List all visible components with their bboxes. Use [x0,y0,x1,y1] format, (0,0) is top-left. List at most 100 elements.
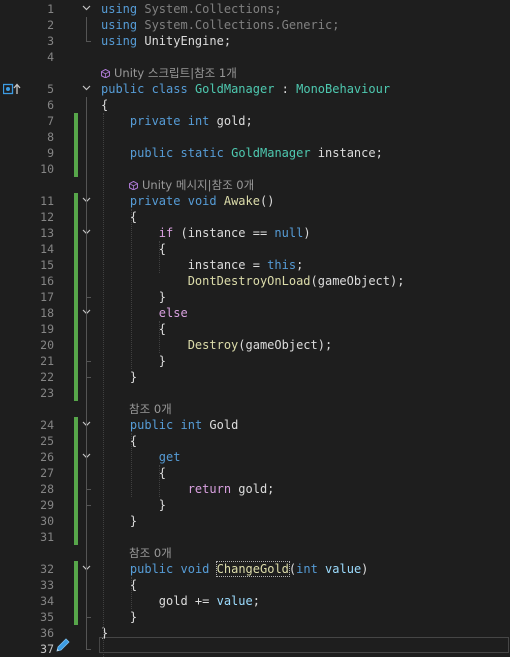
change-indicator [74,449,78,465]
code-line[interactable]: 30 } [0,513,510,529]
code-text[interactable]: using System.Collections; [101,1,282,17]
code-line[interactable]: 31 [0,529,510,545]
change-indicator [74,513,78,529]
code-line[interactable]: 18 else [0,305,510,321]
code-text[interactable]: { [101,321,166,337]
line-number: 15 [40,258,54,272]
line-number: 37 [40,642,54,656]
code-line[interactable]: 6{ [0,97,510,113]
code-line[interactable]: 37 [0,641,510,657]
code-line[interactable]: 8 [0,129,510,145]
code-line[interactable]: 19 { [0,321,510,337]
line-number: 1 [47,2,54,16]
codelens-text[interactable]: 참조 0개 [129,545,172,561]
code-line[interactable]: 10 [0,161,510,177]
fold-guide-end [86,505,91,506]
code-text[interactable]: using System.Collections.Generic; [101,17,339,33]
code-editor[interactable]: 1 using System.Collections; 2 using System.… [0,0,510,657]
fold-guide-end [86,377,91,378]
code-text[interactable]: } [101,369,137,385]
code-line[interactable]: 36} [0,625,510,641]
code-text[interactable]: gold += value; [101,593,260,609]
code-line[interactable]: 23 [0,385,510,401]
codelens-text[interactable]: 참조 0개 [129,401,172,417]
code-text[interactable]: using UnityEngine; [101,33,231,49]
fold-guide [86,465,87,489]
line-number: 12 [40,210,54,224]
change-indicator [74,417,78,433]
code-text[interactable]: else [101,305,188,321]
code-text[interactable]: } [101,289,166,305]
indent-guide [131,209,132,369]
code-text[interactable]: return gold; [101,481,275,497]
code-text[interactable]: { [101,241,166,257]
code-text[interactable]: public void ChangeGold(int value) [101,561,368,577]
code-line[interactable]: 26 get [0,449,510,465]
code-line[interactable]: 21 } [0,353,510,369]
change-indicator [74,305,78,321]
chevron-down-icon[interactable] [80,81,92,97]
codelens-row[interactable]: 참조 0개 [0,401,510,417]
code-text[interactable]: public int Gold [101,417,238,433]
code-line[interactable]: 16 DontDestroyOnLoad(gameObject); [0,273,510,289]
code-line[interactable]: 13 if (instance == null) [0,225,510,241]
code-line[interactable]: 15 instance = this; [0,257,510,273]
change-indicator [74,609,78,625]
fold-guide-end [86,297,91,298]
code-line[interactable]: 12 { [0,209,510,225]
change-indicator [74,465,78,481]
code-line[interactable]: 24 public int Gold [0,417,510,433]
codelens-row[interactable]: Unity 메시지|참조 0개 [0,177,510,193]
codelens-row[interactable]: 참조 0개 [0,545,510,561]
code-text[interactable]: } [101,609,137,625]
code-line[interactable]: 28 return gold; [0,481,510,497]
change-indicator [74,257,78,273]
code-line[interactable]: 25 { [0,433,510,449]
code-text[interactable]: public static GoldManager instance; [101,145,383,161]
code-text[interactable]: } [101,353,166,369]
code-line[interactable]: 34 gold += value; [0,593,510,609]
code-line[interactable]: 27 { [0,465,510,481]
fold-guide-end [86,489,91,490]
line-number: 31 [40,530,54,544]
code-text[interactable]: DontDestroyOnLoad(gameObject); [101,273,405,289]
chevron-down-icon[interactable] [80,1,92,17]
code-text[interactable]: if (instance == null) [101,225,311,241]
code-text[interactable]: private void Awake() [101,193,275,209]
code-line[interactable]: 2 using System.Collections.Generic; [0,17,510,33]
line-number: 33 [40,578,54,592]
codelens-row[interactable]: Unity 스크립트|참조 1개 [0,65,510,81]
code-text[interactable]: private int gold; [101,113,253,129]
code-text[interactable]: { [101,465,166,481]
code-text[interactable]: } [101,497,166,513]
code-line[interactable]: 14 { [0,241,510,257]
code-text[interactable]: Destroy(gameObject); [101,337,333,353]
code-line[interactable]: 35 } [0,609,510,625]
codelens-text[interactable]: Unity 메시지|참조 0개 [129,177,254,193]
code-line[interactable]: 1 using System.Collections; [0,1,510,17]
code-text[interactable]: } [101,513,137,529]
code-line[interactable]: 32 public void ChangeGold(int value) [0,561,510,577]
code-text[interactable]: get [101,449,181,465]
line-number: 2 [47,18,54,32]
line-number: 11 [40,194,54,208]
code-text[interactable]: { [101,97,108,113]
code-line[interactable]: 3 using UnityEngine; [0,33,510,49]
code-line[interactable]: 7 private int gold; [0,113,510,129]
code-line[interactable]: 22 } [0,369,510,385]
code-line[interactable]: 20 Destroy(gameObject); [0,337,510,353]
code-line[interactable]: 4 [0,49,510,65]
code-line[interactable]: 9 public static GoldManager instance; [0,145,510,161]
fold-guide-end [86,41,91,42]
line-number: 3 [47,34,54,48]
codelens-text[interactable]: Unity 스크립트|참조 1개 [101,65,237,81]
code-line[interactable]: 5 public class GoldManager : MonoBehaviou… [0,81,510,97]
line-number: 9 [47,146,54,160]
code-line[interactable]: 33 { [0,577,510,593]
code-line[interactable]: 11 private void Awake() [0,193,510,209]
change-indicator [74,145,78,161]
code-line[interactable]: 17 } [0,289,510,305]
code-line[interactable]: 29 } [0,497,510,513]
code-text[interactable]: public class GoldManager : MonoBehaviour [101,81,390,97]
line-number: 13 [40,226,54,240]
